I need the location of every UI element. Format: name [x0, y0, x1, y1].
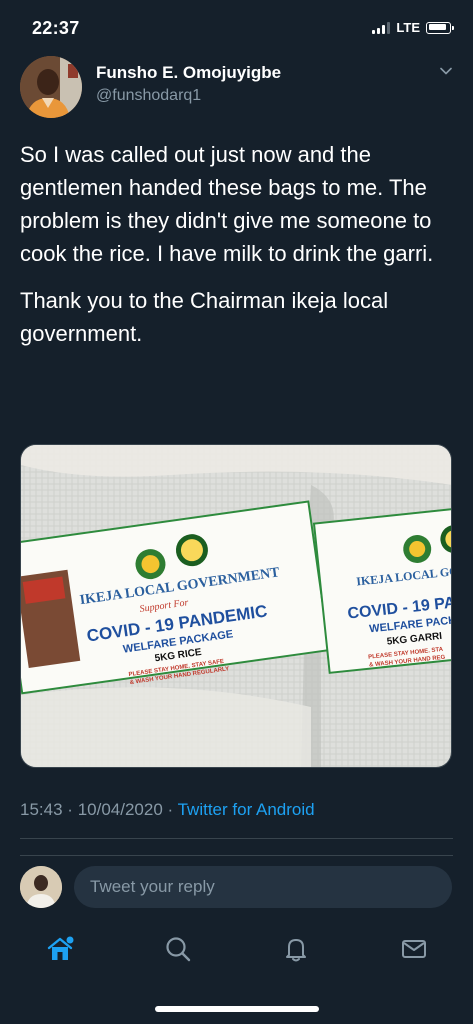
tweet-source-link[interactable]: Twitter for Android	[178, 800, 315, 819]
tweet-date: 10/04/2020	[77, 800, 163, 819]
author-handle[interactable]: @funshodarq1	[96, 87, 201, 105]
signal-icon	[372, 21, 391, 34]
tweet-photo[interactable]: IKEJA LOCAL GOVERNMENT Support For COVID…	[20, 444, 452, 768]
status-time: 22:37	[32, 18, 80, 38]
tweet-paragraph: Thank you to the Chairman ikeja local go…	[20, 288, 389, 346]
home-icon[interactable]	[45, 934, 75, 964]
tab-bar	[0, 920, 473, 980]
divider	[20, 838, 453, 839]
meta-separator: ·	[167, 800, 174, 819]
tweet-meta: 15:43 · 10/04/2020 · Twitter for Android	[20, 800, 315, 820]
messages-icon[interactable]	[399, 934, 429, 964]
tweet-header: Funsho E. Omojuyigbe @funshodarq1	[20, 56, 460, 118]
status-bar: 22:37 LTE	[0, 0, 473, 54]
meta-separator: ·	[67, 800, 73, 819]
battery-icon	[426, 21, 454, 34]
tweet-paragraph: So I was called out just now and the gen…	[20, 142, 434, 266]
tweet-time: 15:43	[20, 800, 63, 819]
reply-placeholder: Tweet your reply	[90, 877, 215, 896]
reply-input[interactable]: Tweet your reply	[74, 866, 452, 908]
reply-avatar	[20, 866, 62, 908]
tweet-text: So I was called out just now and the gen…	[20, 138, 455, 350]
notifications-icon[interactable]	[281, 934, 311, 964]
author-name[interactable]: Funsho E. Omojuyigbe	[96, 63, 281, 83]
search-icon[interactable]	[163, 934, 193, 964]
home-indicator[interactable]	[155, 1006, 319, 1012]
chevron-down-icon[interactable]	[440, 65, 452, 77]
status-indicators: LTE	[372, 20, 454, 35]
author-avatar[interactable]	[20, 56, 82, 118]
network-label: LTE	[396, 20, 420, 35]
divider	[20, 855, 453, 856]
tweet-detail-screen: 22:37 LTE Funsho E. Omojuyigbe @funshoda…	[0, 0, 473, 1024]
